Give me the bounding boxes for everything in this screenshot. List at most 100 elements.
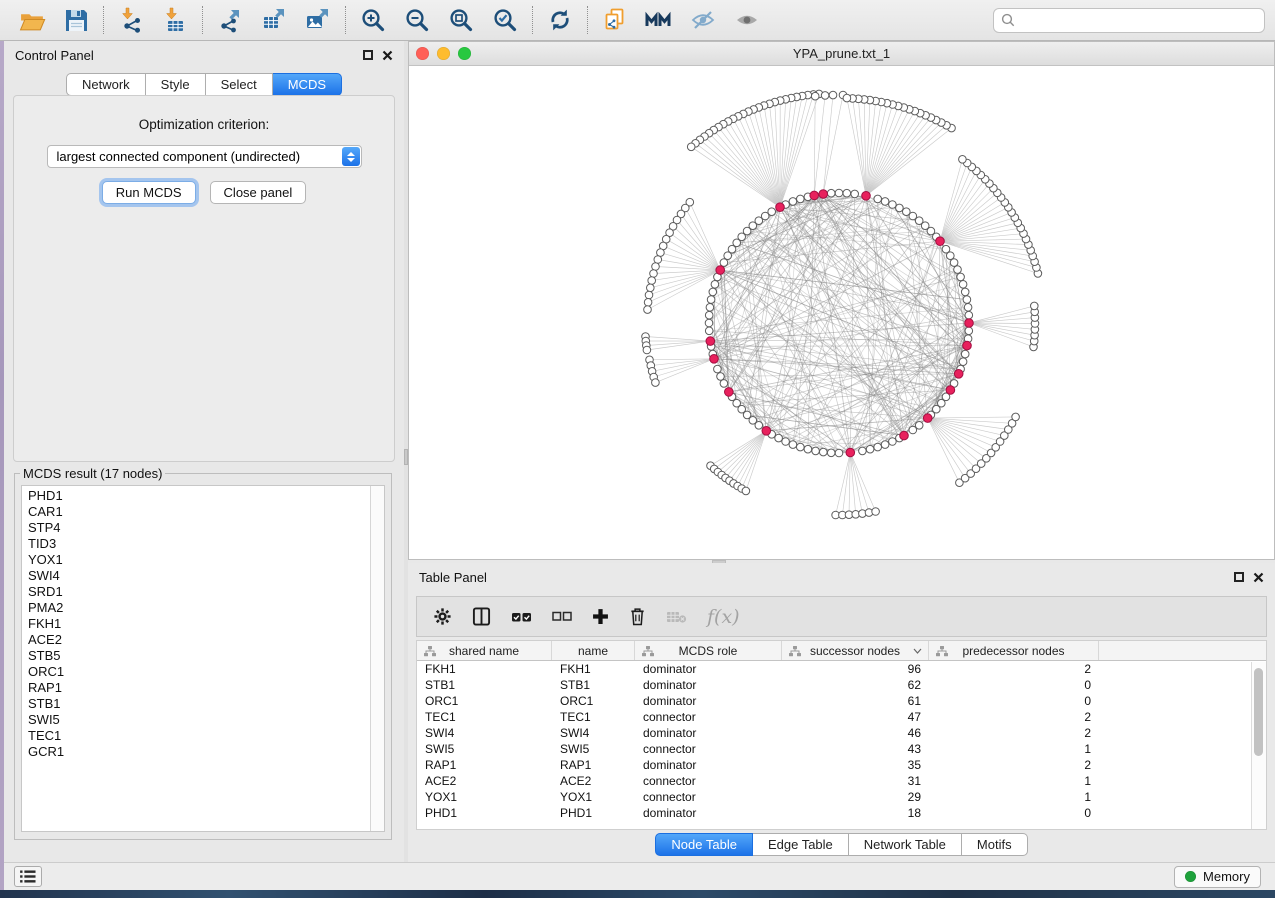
zoom-fit-button[interactable]: [439, 2, 483, 38]
network-node[interactable]: [965, 327, 973, 335]
network-leaf-node[interactable]: [652, 263, 660, 271]
network-leaf-node[interactable]: [872, 508, 880, 516]
network-node[interactable]: [889, 201, 897, 209]
close-panel-button[interactable]: Close panel: [210, 181, 307, 204]
network-leaf-node[interactable]: [821, 92, 829, 100]
network-leaf-node[interactable]: [645, 291, 653, 299]
table-settings-button[interactable]: [433, 607, 452, 626]
network-node[interactable]: [963, 296, 971, 304]
network-node[interactable]: [896, 204, 904, 212]
network-node[interactable]: [812, 447, 820, 455]
first-neighbors-button[interactable]: [637, 2, 681, 38]
tab-style[interactable]: Style: [146, 73, 206, 96]
export-table-button[interactable]: [252, 2, 296, 38]
show-all-button[interactable]: [725, 2, 769, 38]
column-header-shared-name[interactable]: shared name: [417, 641, 552, 660]
network-node[interactable]: [711, 281, 719, 289]
network-node[interactable]: [851, 190, 859, 198]
network-mcds-node[interactable]: [936, 237, 945, 246]
list-item[interactable]: ACE2: [28, 632, 384, 648]
network-node[interactable]: [957, 273, 965, 281]
network-mcds-node[interactable]: [923, 414, 932, 423]
network-node[interactable]: [866, 445, 874, 453]
task-history-button[interactable]: [14, 866, 42, 887]
network-node[interactable]: [827, 189, 835, 197]
network-node[interactable]: [954, 266, 962, 274]
column-visibility-button[interactable]: [472, 607, 491, 626]
tab-network[interactable]: Network: [66, 73, 146, 96]
list-item[interactable]: SWI4: [28, 568, 384, 584]
network-node[interactable]: [720, 259, 728, 267]
delete-table-button[interactable]: [666, 610, 687, 624]
network-node[interactable]: [959, 358, 967, 366]
table-row[interactable]: TEC1TEC1connector472: [417, 709, 1266, 725]
list-item[interactable]: SWI5: [28, 712, 384, 728]
network-mcds-node[interactable]: [954, 370, 963, 379]
import-network-button[interactable]: [109, 2, 153, 38]
network-node[interactable]: [720, 380, 728, 388]
table-row[interactable]: SWI5SWI5connector431: [417, 741, 1266, 757]
network-leaf-node[interactable]: [829, 91, 837, 99]
column-header-predecessor-nodes[interactable]: predecessor nodes: [929, 641, 1099, 660]
network-node[interactable]: [827, 449, 835, 457]
table-scrollbar[interactable]: [1251, 662, 1266, 829]
list-item[interactable]: STB1: [28, 696, 384, 712]
list-item[interactable]: TID3: [28, 536, 384, 552]
column-header-successor-nodes[interactable]: successor nodes: [782, 641, 929, 660]
list-item[interactable]: ORC1: [28, 664, 384, 680]
network-node[interactable]: [915, 422, 923, 430]
network-mcds-node[interactable]: [819, 190, 828, 199]
network-node[interactable]: [755, 422, 763, 430]
zoom-selected-button[interactable]: [483, 2, 527, 38]
add-column-button[interactable]: [592, 608, 609, 625]
list-item[interactable]: PMA2: [28, 600, 384, 616]
network-node[interactable]: [889, 438, 897, 446]
network-node[interactable]: [881, 198, 889, 206]
network-node[interactable]: [797, 195, 805, 203]
select-all-button[interactable]: [511, 610, 532, 624]
tab-mcds[interactable]: MCDS: [273, 73, 342, 96]
network-node[interactable]: [843, 189, 851, 197]
hide-selected-button[interactable]: [681, 2, 725, 38]
network-node[interactable]: [717, 373, 725, 381]
table-tab-motifs[interactable]: Motifs: [962, 833, 1028, 856]
delete-column-button[interactable]: [629, 607, 646, 626]
table-tab-network-table[interactable]: Network Table: [849, 833, 962, 856]
table-row[interactable]: SWI4SWI4dominator462: [417, 725, 1266, 741]
network-node[interactable]: [820, 448, 828, 456]
network-leaf-node[interactable]: [959, 156, 967, 164]
network-leaf-node[interactable]: [644, 306, 652, 314]
network-node[interactable]: [789, 441, 797, 449]
network-mcds-node[interactable]: [900, 431, 909, 440]
network-node[interactable]: [705, 319, 713, 327]
network-node[interactable]: [775, 434, 783, 442]
network-node[interactable]: [874, 195, 882, 203]
network-mcds-node[interactable]: [810, 191, 819, 200]
tab-select[interactable]: Select: [206, 73, 273, 96]
table-row[interactable]: PHD1PHD1dominator180: [417, 805, 1266, 821]
column-header-mcds-role[interactable]: MCDS role: [635, 641, 782, 660]
network-node[interactable]: [835, 189, 843, 197]
network-leaf-node[interactable]: [1012, 413, 1020, 421]
list-item[interactable]: CAR1: [28, 504, 384, 520]
list-item[interactable]: SRD1: [28, 584, 384, 600]
scrollbar-thumb[interactable]: [1254, 668, 1263, 756]
network-node[interactable]: [789, 198, 797, 206]
float-panel-icon[interactable]: [363, 50, 373, 60]
network-node[interactable]: [961, 350, 969, 358]
network-mcds-node[interactable]: [965, 319, 974, 328]
close-panel-icon[interactable]: [382, 50, 393, 61]
network-mcds-node[interactable]: [762, 427, 771, 436]
network-mcds-node[interactable]: [716, 266, 725, 275]
zoom-out-button[interactable]: [395, 2, 439, 38]
network-mcds-node[interactable]: [946, 386, 955, 395]
duplicate-network-button[interactable]: [593, 2, 637, 38]
network-mcds-node[interactable]: [963, 341, 972, 350]
list-item[interactable]: YOX1: [28, 552, 384, 568]
network-node[interactable]: [881, 441, 889, 449]
network-node[interactable]: [859, 447, 867, 455]
network-canvas[interactable]: [409, 66, 1274, 559]
network-node[interactable]: [903, 208, 911, 216]
export-image-button[interactable]: [296, 2, 340, 38]
network-leaf-node[interactable]: [654, 256, 662, 264]
